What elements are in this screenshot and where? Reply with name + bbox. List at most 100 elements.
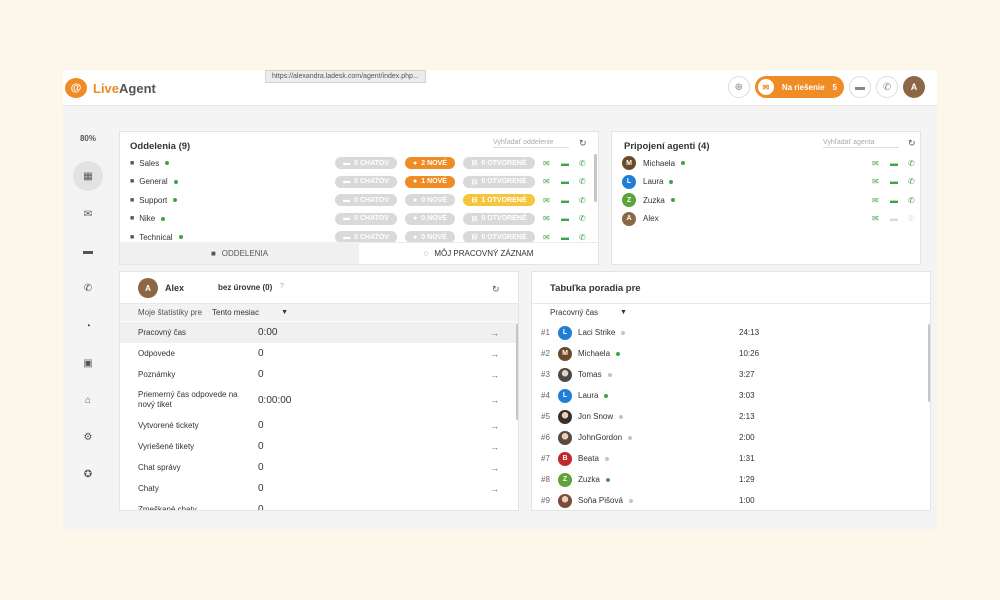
arrow-right-icon[interactable]: → — [490, 421, 499, 431]
call-action-icon[interactable]: ✆ — [908, 159, 915, 168]
agent-row[interactable]: A Alex ✉ ▬ ✆ — [622, 210, 915, 228]
new-badge[interactable]: ● 2 NOVÉ — [405, 157, 455, 169]
add-button[interactable]: ⊕ — [727, 76, 750, 98]
chats-badge[interactable]: ▬ 0 CHATOV — [335, 212, 397, 225]
chat-action-icon[interactable]: ▬ — [890, 159, 898, 168]
email-action-icon[interactable]: ✉ — [543, 214, 550, 223]
user-avatar[interactable]: A — [903, 76, 925, 98]
call-action-icon[interactable]: ✆ — [908, 196, 915, 205]
leaderboard-row[interactable]: #5 Jon Snow 2:13 — [532, 406, 930, 427]
leaderboard-row[interactable]: #3 Tomas 3:27 — [532, 364, 930, 385]
chat-status-button[interactable]: ▬ — [849, 76, 871, 98]
call-action-icon[interactable]: ✆ — [579, 233, 586, 242]
leaderboard-row[interactable]: #1 L Laci Strike 24:13 — [532, 322, 930, 343]
sidebar-item-reports[interactable]: ◔ — [76, 314, 100, 338]
open-badge[interactable]: ⊟ 0 OTVORENÉ — [463, 157, 535, 169]
arrow-right-icon[interactable]: → — [490, 484, 499, 494]
sidebar-item-dashboard[interactable]: ▦ — [73, 161, 103, 191]
stat-row[interactable]: Zmeškané chaty 0 → — [120, 499, 518, 511]
department-row[interactable]: ■ Nike ▬ 0 CHATOV ● 0 NOVÉ ⊟ 0 OTVORENÉ ✉ ▬… — [130, 210, 588, 228]
email-action-icon[interactable]: ✉ — [543, 196, 550, 205]
new-badge[interactable]: ● 1 NOVÉ — [405, 175, 455, 188]
email-action-icon[interactable]: ✉ — [543, 233, 550, 242]
leaderboard-row[interactable]: #4 L Laura 3:03 — [532, 385, 930, 406]
call-action-icon[interactable]: ✆ — [579, 159, 586, 168]
department-row[interactable]: ■ General ▬ 0 CHATOV ● 1 NOVÉ ⊟ 0 OTVORENÉ … — [130, 173, 588, 191]
call-status-button[interactable]: ✆ — [876, 76, 898, 98]
chat-action-icon[interactable]: ▬ — [561, 177, 569, 186]
sidebar-item-contacts[interactable]: ▣ — [76, 351, 100, 375]
leaderboard-scrollbar[interactable] — [928, 324, 930, 402]
new-badge[interactable]: ● 0 NOVÉ — [405, 194, 455, 206]
status-pill-button[interactable]: ✉ Na riešenie 5 — [754, 76, 844, 98]
department-search-input[interactable]: Vyhľadať oddelenie — [493, 139, 569, 148]
stat-row[interactable]: Vyriešené tikety 0 → — [120, 436, 518, 457]
stat-row[interactable]: Chaty 0 → — [120, 478, 518, 499]
email-action-icon[interactable]: ✉ — [872, 214, 879, 223]
liveagent-logo[interactable]: @ LiveAgent — [65, 78, 156, 98]
arrow-right-icon[interactable]: → — [490, 349, 499, 359]
leaderboard-metric-select[interactable]: Pracovný čas ▼ — [550, 308, 627, 317]
leaderboard-row[interactable]: #8 Z Zuzka 1:29 — [532, 469, 930, 490]
stat-row[interactable]: Poznámky 0 → — [120, 364, 518, 385]
chats-badge[interactable]: ▬ 0 CHATOV — [335, 175, 397, 188]
email-action-icon[interactable]: ✉ — [872, 177, 879, 186]
help-icon[interactable]: ? — [280, 283, 284, 290]
agent-row[interactable]: M Michaela ✉ ▬ ✆ — [622, 154, 915, 172]
arrow-right-icon[interactable]: → — [490, 328, 499, 338]
sidebar-item-calls[interactable]: ✆ — [76, 276, 100, 300]
department-row[interactable]: ■ Sales ▬ 0 CHATOV ● 2 NOVÉ ⊟ 0 OTVORENÉ ✉ … — [130, 154, 588, 172]
leaderboard-row[interactable]: #6 JohnGordon 2:00 — [532, 427, 930, 448]
chat-action-icon[interactable]: ▬ — [561, 196, 569, 205]
call-action-icon[interactable]: ✆ — [579, 196, 586, 205]
stat-row[interactable]: Vytvorené tickety 0 → — [120, 415, 518, 436]
arrow-right-icon[interactable]: → — [490, 395, 499, 405]
stat-row[interactable]: Odpovede 0 → — [120, 343, 518, 364]
chat-action-icon[interactable]: ▬ — [890, 196, 898, 205]
agent-search-input[interactable]: Vyhľadať agenta — [823, 139, 899, 148]
call-action-icon[interactable]: ✆ — [908, 177, 915, 186]
open-badge[interactable]: ⊟ 1 OTVORENÉ — [463, 194, 535, 206]
sidebar-item-tickets[interactable]: ✉ — [76, 202, 100, 226]
email-action-icon[interactable]: ✉ — [543, 159, 550, 168]
chat-action-icon[interactable]: ▬ — [561, 159, 569, 168]
leaderboard-row[interactable]: #9 Soňa Pišová 1:00 — [532, 490, 930, 510]
stat-row[interactable]: Pracovný čas 0:00 → — [120, 322, 518, 343]
agent-row[interactable]: Z Zuzka ✉ ▬ ✆ — [622, 191, 915, 209]
open-badge[interactable]: ⊟ 0 OTVORENÉ — [463, 175, 535, 188]
stat-row[interactable]: Priemerný čas odpovede na nový tiket 0:0… — [120, 385, 518, 415]
refresh-icon[interactable]: ↻ — [579, 138, 587, 149]
arrow-right-icon[interactable]: → — [490, 505, 499, 511]
stats-scrollbar[interactable] — [516, 324, 518, 420]
chat-action-icon[interactable]: ▬ — [890, 214, 898, 223]
email-action-icon[interactable]: ✉ — [872, 159, 879, 168]
agent-row[interactable]: L Laura ✉ ▬ ✆ — [622, 173, 915, 191]
chat-action-icon[interactable]: ▬ — [561, 214, 569, 223]
sidebar-item-plugins[interactable]: ✪ — [76, 462, 100, 486]
department-row[interactable]: ■ Support ▬ 0 CHATOV ● 0 NOVÉ ⊟ 1 OTVORENÉ … — [130, 191, 588, 209]
email-action-icon[interactable]: ✉ — [872, 196, 879, 205]
chats-badge[interactable]: ▬ 0 CHATOV — [335, 194, 397, 206]
stat-row[interactable]: Chat správy 0 → — [120, 457, 518, 478]
arrow-right-icon[interactable]: → — [490, 370, 499, 380]
call-action-icon[interactable]: ✆ — [579, 177, 586, 186]
arrow-right-icon[interactable]: → — [490, 442, 499, 452]
sidebar-item-settings[interactable]: ⚙ — [76, 425, 100, 449]
refresh-icon[interactable]: ↻ — [492, 284, 500, 295]
stats-period-select[interactable]: Tento mesiac ▼ — [212, 308, 288, 317]
chats-badge[interactable]: ▬ 0 CHATOV — [335, 157, 397, 169]
departments-scrollbar[interactable] — [594, 154, 597, 202]
call-action-icon[interactable]: ✆ — [908, 214, 915, 223]
email-action-icon[interactable]: ✉ — [543, 177, 550, 186]
leaderboard-row[interactable]: #2 M Michaela 10:26 — [532, 343, 930, 364]
sidebar-item-chats[interactable]: ▬ — [76, 239, 100, 263]
refresh-icon[interactable]: ↻ — [908, 138, 916, 149]
chat-action-icon[interactable]: ▬ — [890, 177, 898, 186]
tab-departments[interactable]: ■ ODDELENIA — [120, 242, 359, 264]
open-badge[interactable]: ⊟ 0 OTVORENÉ — [463, 212, 535, 225]
sidebar-item-knowledgebase[interactable]: ⌂ — [76, 388, 100, 412]
chat-action-icon[interactable]: ▬ — [561, 233, 569, 242]
tab-worklog[interactable]: ◌ MÔJ PRACOVNÝ ZÁZNAM — [359, 242, 598, 264]
call-action-icon[interactable]: ✆ — [579, 214, 586, 223]
new-badge[interactable]: ● 0 NOVÉ — [405, 212, 455, 225]
